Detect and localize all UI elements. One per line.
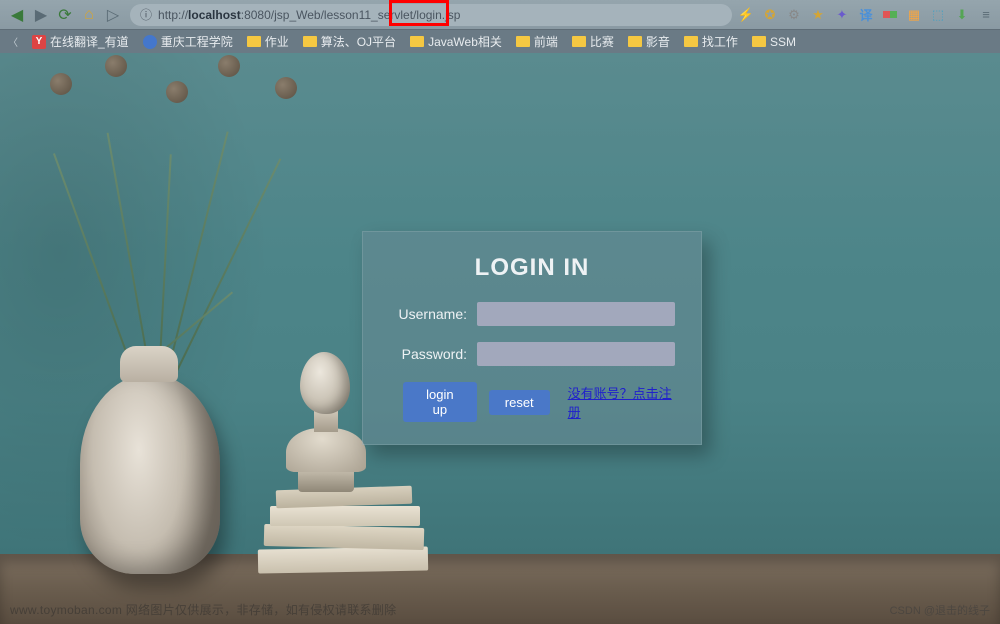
password-label: Password: (389, 346, 467, 362)
extension-icons: ⚡ ✪ ⚙ ★ ✦ 译 ▦ ⬚ ⬇ ≡ (738, 7, 994, 23)
username-label: Username: (389, 306, 467, 322)
ext-icon[interactable]: ✦ (834, 7, 850, 23)
decor-pod (275, 77, 297, 99)
login-title: LOGIN IN (389, 254, 675, 282)
decor-book (258, 547, 428, 574)
play-button[interactable]: ▷ (102, 4, 124, 26)
ext-icon[interactable]: ★ (810, 7, 826, 23)
url-text: http://localhost:8080/jsp_Web/lesson11_s… (158, 8, 722, 22)
bookmark-item[interactable]: 影音 (628, 33, 670, 50)
decor-book (270, 506, 420, 526)
register-link[interactable]: 没有账号？点击注册 (568, 383, 675, 421)
decor-bust-chest (286, 428, 366, 472)
home-button[interactable]: ⌂ (78, 4, 100, 26)
nav-buttons: ◀ ▶ ⟳ ⌂ ▷ (6, 4, 124, 26)
reset-button[interactable]: reset (489, 390, 550, 415)
translate-icon[interactable]: 译 (858, 7, 874, 23)
bookmark-item[interactable]: 比赛 (572, 33, 614, 50)
forward-button[interactable]: ▶ (30, 4, 52, 26)
bookmark-item[interactable]: 算法、OJ平台 (303, 33, 396, 50)
bookmark-label: 算法、OJ平台 (321, 33, 396, 50)
page-content: LOGIN IN Username: Password: login up re… (0, 53, 1000, 624)
bookmark-label: 影音 (646, 33, 670, 50)
bookmark-item[interactable]: 前端 (516, 33, 558, 50)
bookmark-label: 重庆工程学院 (161, 33, 233, 50)
decor-bust-head (300, 352, 350, 414)
ext-icon[interactable]: ⚡ (738, 7, 754, 23)
password-input[interactable] (477, 342, 675, 366)
bookmark-label: 作业 (265, 33, 289, 50)
bookmark-item[interactable]: 找工作 (684, 33, 738, 50)
bookmark-label: 前端 (534, 33, 558, 50)
ext-icon[interactable] (882, 7, 898, 23)
decor-pod (218, 55, 240, 77)
watermark-bottom-right: CSDN @退击的线子 (890, 602, 990, 618)
ext-icon[interactable]: ⚙ (786, 7, 802, 23)
decor-vase (80, 374, 220, 574)
browser-toolbar: ◀ ▶ ⟳ ⌂ ▷ ⓘ http://localhost:8080/jsp_We… (0, 0, 1000, 29)
decor-pod (105, 55, 127, 77)
bookmark-label: 找工作 (702, 33, 738, 50)
url-path: :8080/jsp_Web/lesson11_servlet/login.jsp (241, 8, 461, 22)
bookmark-item[interactable]: JavaWeb相关 (410, 33, 502, 50)
username-input[interactable] (477, 302, 675, 326)
bookmark-label: 在线翻译_有道 (50, 33, 129, 50)
decor-bust (278, 352, 374, 492)
decor-books (258, 490, 433, 572)
login-panel: LOGIN IN Username: Password: login up re… (362, 231, 702, 445)
bookmark-item[interactable]: 作业 (247, 33, 289, 50)
ext-icon[interactable]: ⬚ (930, 7, 946, 23)
password-row: Password: (389, 342, 675, 366)
ext-icon[interactable]: ✪ (762, 7, 778, 23)
login-button[interactable]: login up (403, 382, 477, 422)
url-protocol: http:// (158, 8, 188, 22)
bookmark-bar: 〈 Y在线翻译_有道 重庆工程学院 作业 算法、OJ平台 JavaWeb相关 前… (0, 29, 1000, 53)
username-row: Username: (389, 302, 675, 326)
bookmark-chevron[interactable]: 〈 (8, 34, 18, 49)
decor-pod (50, 73, 72, 95)
button-row: login up reset 没有账号？点击注册 (389, 382, 675, 422)
bookmark-label: 比赛 (590, 33, 614, 50)
bookmark-label: JavaWeb相关 (428, 33, 502, 50)
decor-pod (166, 81, 188, 103)
bookmark-item[interactable]: 重庆工程学院 (143, 33, 233, 50)
ext-icon[interactable]: ▦ (906, 7, 922, 23)
info-icon: ⓘ (140, 6, 152, 23)
download-icon[interactable]: ⬇ (954, 7, 970, 23)
menu-icon[interactable]: ≡ (978, 7, 994, 23)
decor-book (264, 524, 425, 550)
bookmark-item[interactable]: SSM (752, 35, 796, 49)
address-bar[interactable]: ⓘ http://localhost:8080/jsp_Web/lesson11… (130, 4, 732, 26)
watermark-bottom-left: www.toymoban.com 网络图片仅供展示，非存储，如有侵权请联系删除 (10, 601, 396, 618)
url-host: localhost (188, 8, 241, 22)
bookmark-label: SSM (770, 35, 796, 49)
reload-button[interactable]: ⟳ (54, 4, 76, 26)
back-button[interactable]: ◀ (6, 4, 28, 26)
bookmark-item[interactable]: Y在线翻译_有道 (32, 33, 129, 50)
